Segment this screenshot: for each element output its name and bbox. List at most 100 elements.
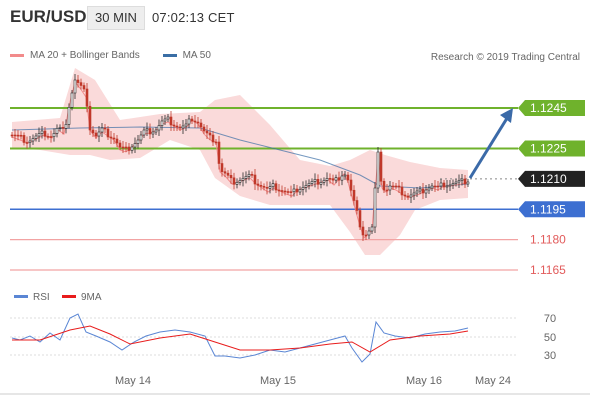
rsi-tick-70: 70	[544, 313, 556, 325]
candle-body	[268, 186, 272, 189]
candle-body	[460, 178, 464, 181]
candle-body	[136, 139, 140, 144]
candle-body	[346, 174, 350, 181]
candle-body	[334, 177, 338, 181]
candle-body	[67, 107, 71, 125]
candle-body	[265, 187, 269, 189]
candle-body	[466, 181, 470, 185]
x-label-may24: May 24	[475, 375, 511, 387]
candle-body	[367, 230, 371, 236]
candle-body	[10, 134, 14, 137]
candle-body	[226, 172, 230, 176]
candle-body	[238, 180, 242, 183]
rsi-tick-50: 50	[544, 332, 556, 344]
candle-body	[157, 125, 161, 131]
candle-body	[454, 181, 458, 184]
rsi-panel: 70 50 30	[10, 313, 556, 363]
candle-body	[337, 177, 341, 181]
candle-body	[451, 183, 455, 186]
candle-body	[106, 128, 110, 138]
candle-body	[364, 234, 368, 237]
candle-body	[403, 194, 407, 197]
candle-body	[259, 185, 263, 187]
level-label-5: 1.1165	[530, 263, 566, 277]
candle-body	[133, 143, 137, 148]
candle-body	[241, 178, 245, 181]
candle-body	[193, 120, 197, 123]
candle-body	[181, 125, 185, 129]
candle-body	[457, 180, 461, 183]
candle-body	[343, 174, 347, 177]
candle-body	[361, 226, 365, 236]
rsi-ma-swatch	[62, 295, 76, 298]
candle-body	[154, 129, 158, 133]
candle-body	[151, 131, 155, 135]
candle-body	[211, 134, 215, 143]
candle-body	[94, 132, 98, 137]
candle-body	[307, 183, 311, 186]
candle-body	[85, 88, 89, 107]
candle-body	[205, 130, 209, 134]
candle-body	[376, 151, 380, 189]
candle-body	[313, 179, 317, 182]
candle-body	[58, 127, 62, 129]
candle-body	[436, 185, 440, 188]
candle-body	[124, 146, 128, 149]
candle-body	[91, 129, 95, 134]
candle-body	[409, 194, 413, 198]
candle-body	[271, 183, 275, 187]
candle-body	[88, 105, 92, 131]
candle-body	[217, 141, 221, 164]
candle-body	[445, 185, 449, 188]
candle-body	[286, 191, 290, 193]
rsi-tick-30: 30	[544, 350, 556, 362]
candle-body	[184, 123, 188, 127]
level-label-text-2: 1.1210	[530, 172, 567, 186]
candle-body	[166, 116, 170, 120]
rsi-legend: RSI 9MA	[14, 292, 102, 303]
candle-body	[331, 178, 335, 181]
candle-body	[46, 136, 50, 138]
candle-body	[412, 192, 416, 196]
candle-body	[223, 171, 227, 174]
candle-body	[415, 190, 419, 194]
candle-body	[355, 200, 359, 211]
candle-body	[280, 190, 284, 192]
candle-body	[169, 116, 173, 126]
candle-body	[118, 142, 122, 148]
candle-body	[52, 133, 56, 137]
price-chart: 1.1245 1.1225 1.1210 1.1195 1.1180 1.1165 70 …	[0, 68, 590, 395]
level-label-text-5: 1.1165	[530, 263, 566, 277]
candle-body	[13, 134, 17, 137]
level-label-3: 1.1195	[518, 201, 585, 218]
candle-body	[187, 118, 191, 125]
candle-body	[379, 151, 383, 182]
candle-body	[175, 125, 179, 128]
candle-body	[22, 135, 26, 143]
candle-body	[256, 183, 260, 186]
candle-body	[427, 187, 431, 191]
candle-body	[97, 131, 101, 137]
candle-body	[310, 181, 314, 184]
candle-body	[328, 178, 332, 180]
candle-body	[73, 79, 77, 94]
candle-body	[64, 124, 68, 129]
candle-body	[250, 174, 254, 176]
candle-body	[232, 177, 236, 185]
candle-body	[202, 126, 206, 132]
candle-body	[400, 186, 404, 196]
candle-body	[130, 146, 134, 151]
candle-body	[199, 122, 203, 128]
candle-body	[298, 189, 302, 193]
candle-body	[382, 180, 386, 191]
level-label-text-0: 1.1245	[530, 101, 567, 115]
rsi-ma-line	[12, 325, 469, 353]
candle-body	[76, 79, 80, 83]
candle-body	[34, 135, 38, 139]
candle-body	[322, 180, 326, 183]
candle-body	[442, 182, 446, 188]
candle-body	[244, 176, 248, 179]
rsi-ma-legend-label: 9MA	[81, 292, 102, 303]
candle-body	[220, 163, 224, 172]
candle-body	[148, 128, 152, 135]
